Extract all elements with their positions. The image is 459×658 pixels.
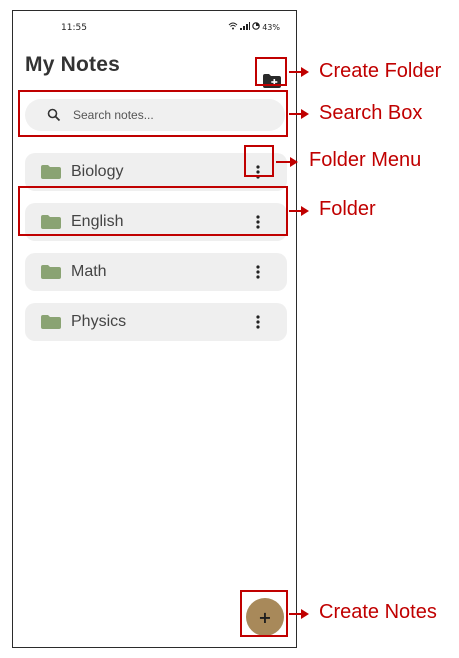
folder-name: Biology bbox=[71, 163, 124, 180]
signal-icon bbox=[240, 22, 251, 32]
folder-name: Math bbox=[71, 263, 107, 280]
folder-highlight bbox=[18, 186, 288, 236]
create-notes-arrow bbox=[289, 613, 301, 615]
more-vertical-icon bbox=[256, 315, 260, 329]
folder-menu-button[interactable] bbox=[253, 262, 263, 282]
create-folder-arrow bbox=[289, 71, 301, 73]
folder-name: Physics bbox=[71, 313, 127, 330]
folder-menu-highlight bbox=[244, 145, 274, 177]
folder-icon bbox=[41, 165, 61, 179]
create-folder-highlight bbox=[255, 57, 287, 86]
folder-icon bbox=[41, 315, 61, 329]
folder-menu-arrowhead bbox=[290, 157, 298, 167]
folder-icon bbox=[41, 265, 61, 279]
folder-menu-annotation: Folder Menu bbox=[309, 149, 422, 171]
status-time: 11:55 bbox=[61, 23, 87, 33]
battery-icon bbox=[252, 22, 261, 32]
folder-arrow bbox=[289, 210, 301, 212]
folder-annotation: Folder bbox=[319, 198, 376, 220]
wifi-icon bbox=[228, 22, 238, 32]
folder-item-physics[interactable]: Physics bbox=[25, 303, 287, 341]
folder-list: Biology English Math Physics bbox=[25, 153, 287, 353]
page-title: My Notes bbox=[25, 53, 120, 76]
status-bar: 11:55 43% bbox=[13, 11, 296, 45]
create-notes-arrowhead bbox=[301, 609, 309, 619]
create-notes-highlight bbox=[240, 590, 288, 637]
search-box-arrow bbox=[289, 113, 301, 115]
create-folder-annotation: Create Folder bbox=[319, 60, 442, 82]
folder-item-math[interactable]: Math bbox=[25, 253, 287, 291]
folder-arrowhead bbox=[301, 206, 309, 216]
create-folder-arrowhead bbox=[301, 67, 309, 77]
folder-menu-arrow bbox=[276, 161, 290, 163]
battery-level: 43% bbox=[262, 22, 280, 32]
more-vertical-icon bbox=[256, 265, 260, 279]
status-icons: 43% bbox=[228, 22, 280, 32]
search-box-arrowhead bbox=[301, 109, 309, 119]
folder-menu-button[interactable] bbox=[253, 312, 263, 332]
create-notes-annotation: Create Notes bbox=[319, 601, 437, 623]
search-box-annotation: Search Box bbox=[319, 102, 423, 124]
search-box-highlight bbox=[18, 90, 288, 137]
